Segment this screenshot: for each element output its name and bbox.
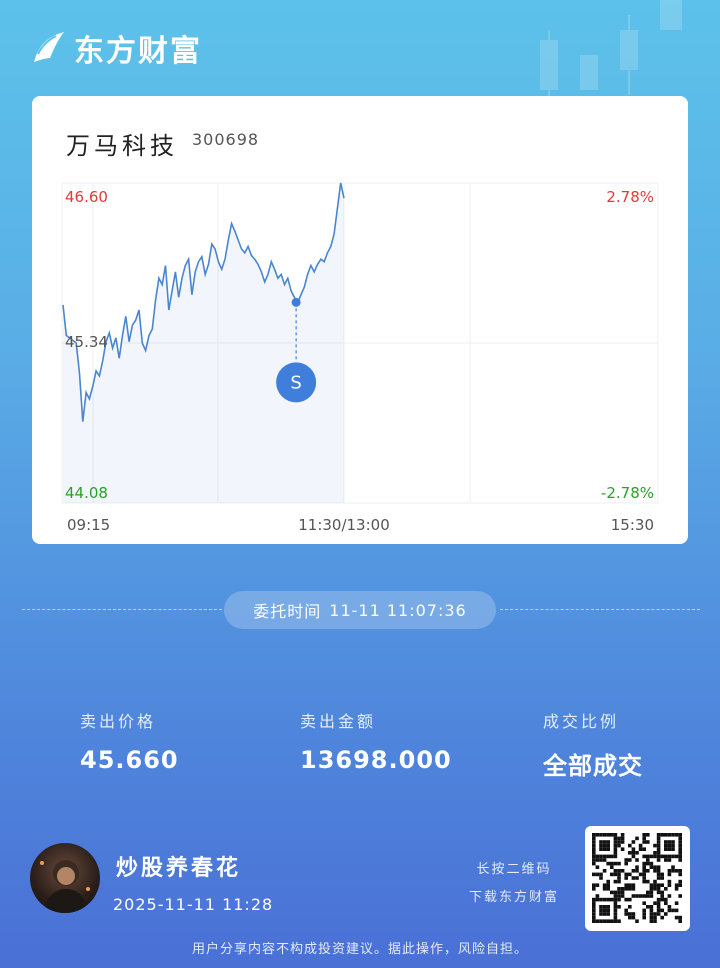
brand-name: 东方财富 xyxy=(74,34,202,69)
fill-ratio-label: 成交比例 xyxy=(543,712,620,731)
promo-line-1: 长按二维码 xyxy=(476,862,552,877)
user-name: 炒股养春花 xyxy=(116,856,242,881)
order-time-value: 11-11 11:07:36 xyxy=(329,600,467,620)
download-promo: 长按二维码 下载东方财富 xyxy=(462,856,566,912)
sell-marker-dot xyxy=(291,297,301,307)
divider-left xyxy=(22,609,222,610)
promo-line-2: 下载东方财富 xyxy=(468,890,559,905)
pct-label-low: -2.78% xyxy=(601,484,654,502)
sell-price-stat: 卖出价格 45.660 xyxy=(80,708,280,774)
intraday-chart: S 46.60 45.34 44.08 2.78% -2.78% 09:15 1… xyxy=(61,182,659,534)
qr-code-pattern xyxy=(592,833,682,923)
y-label-mid: 45.34 xyxy=(65,333,108,351)
disclaimer: 用户分享内容不构成投资建议。据此操作，风险自担。 xyxy=(191,942,528,957)
avatar-photo xyxy=(40,860,90,913)
y-label-low: 44.08 xyxy=(65,484,108,502)
sell-amount-stat: 卖出金额 13698.000 xyxy=(300,708,500,774)
brand-leaf-icon xyxy=(34,32,64,62)
background-candles-decoration xyxy=(540,0,682,100)
x-label-close: 15:30 xyxy=(611,516,654,534)
sell-price-value: 45.660 xyxy=(80,746,179,774)
avatar[interactable] xyxy=(30,843,100,913)
stock-chart-card: 万马科技 300698 S 46.60 45.34 44.08 2.78% -2… xyxy=(32,96,688,544)
x-label-open: 09:15 xyxy=(67,516,110,534)
y-label-high: 46.60 xyxy=(65,188,108,206)
pct-label-high: 2.78% xyxy=(606,188,654,206)
sell-amount-label: 卖出金额 xyxy=(300,712,377,731)
divider-right xyxy=(500,609,700,610)
sell-marker-label: S xyxy=(290,372,301,393)
order-time-label: 委托时间 xyxy=(253,602,322,621)
sell-amount-value: 13698.000 xyxy=(300,746,452,774)
x-label-midday: 11:30/13:00 xyxy=(298,516,390,534)
fill-ratio-value: 全部成交 xyxy=(543,752,643,780)
qr-code[interactable] xyxy=(585,826,690,931)
order-time-pill: 委托时间 11-11 11:07:36 xyxy=(224,591,496,629)
fill-ratio-stat: 成交比例 全部成交 xyxy=(543,708,720,781)
brand-logo: 东方财富 xyxy=(28,26,202,70)
sell-price-label: 卖出价格 xyxy=(80,712,157,731)
share-time: 2025-11-11 11:28 xyxy=(113,895,274,914)
